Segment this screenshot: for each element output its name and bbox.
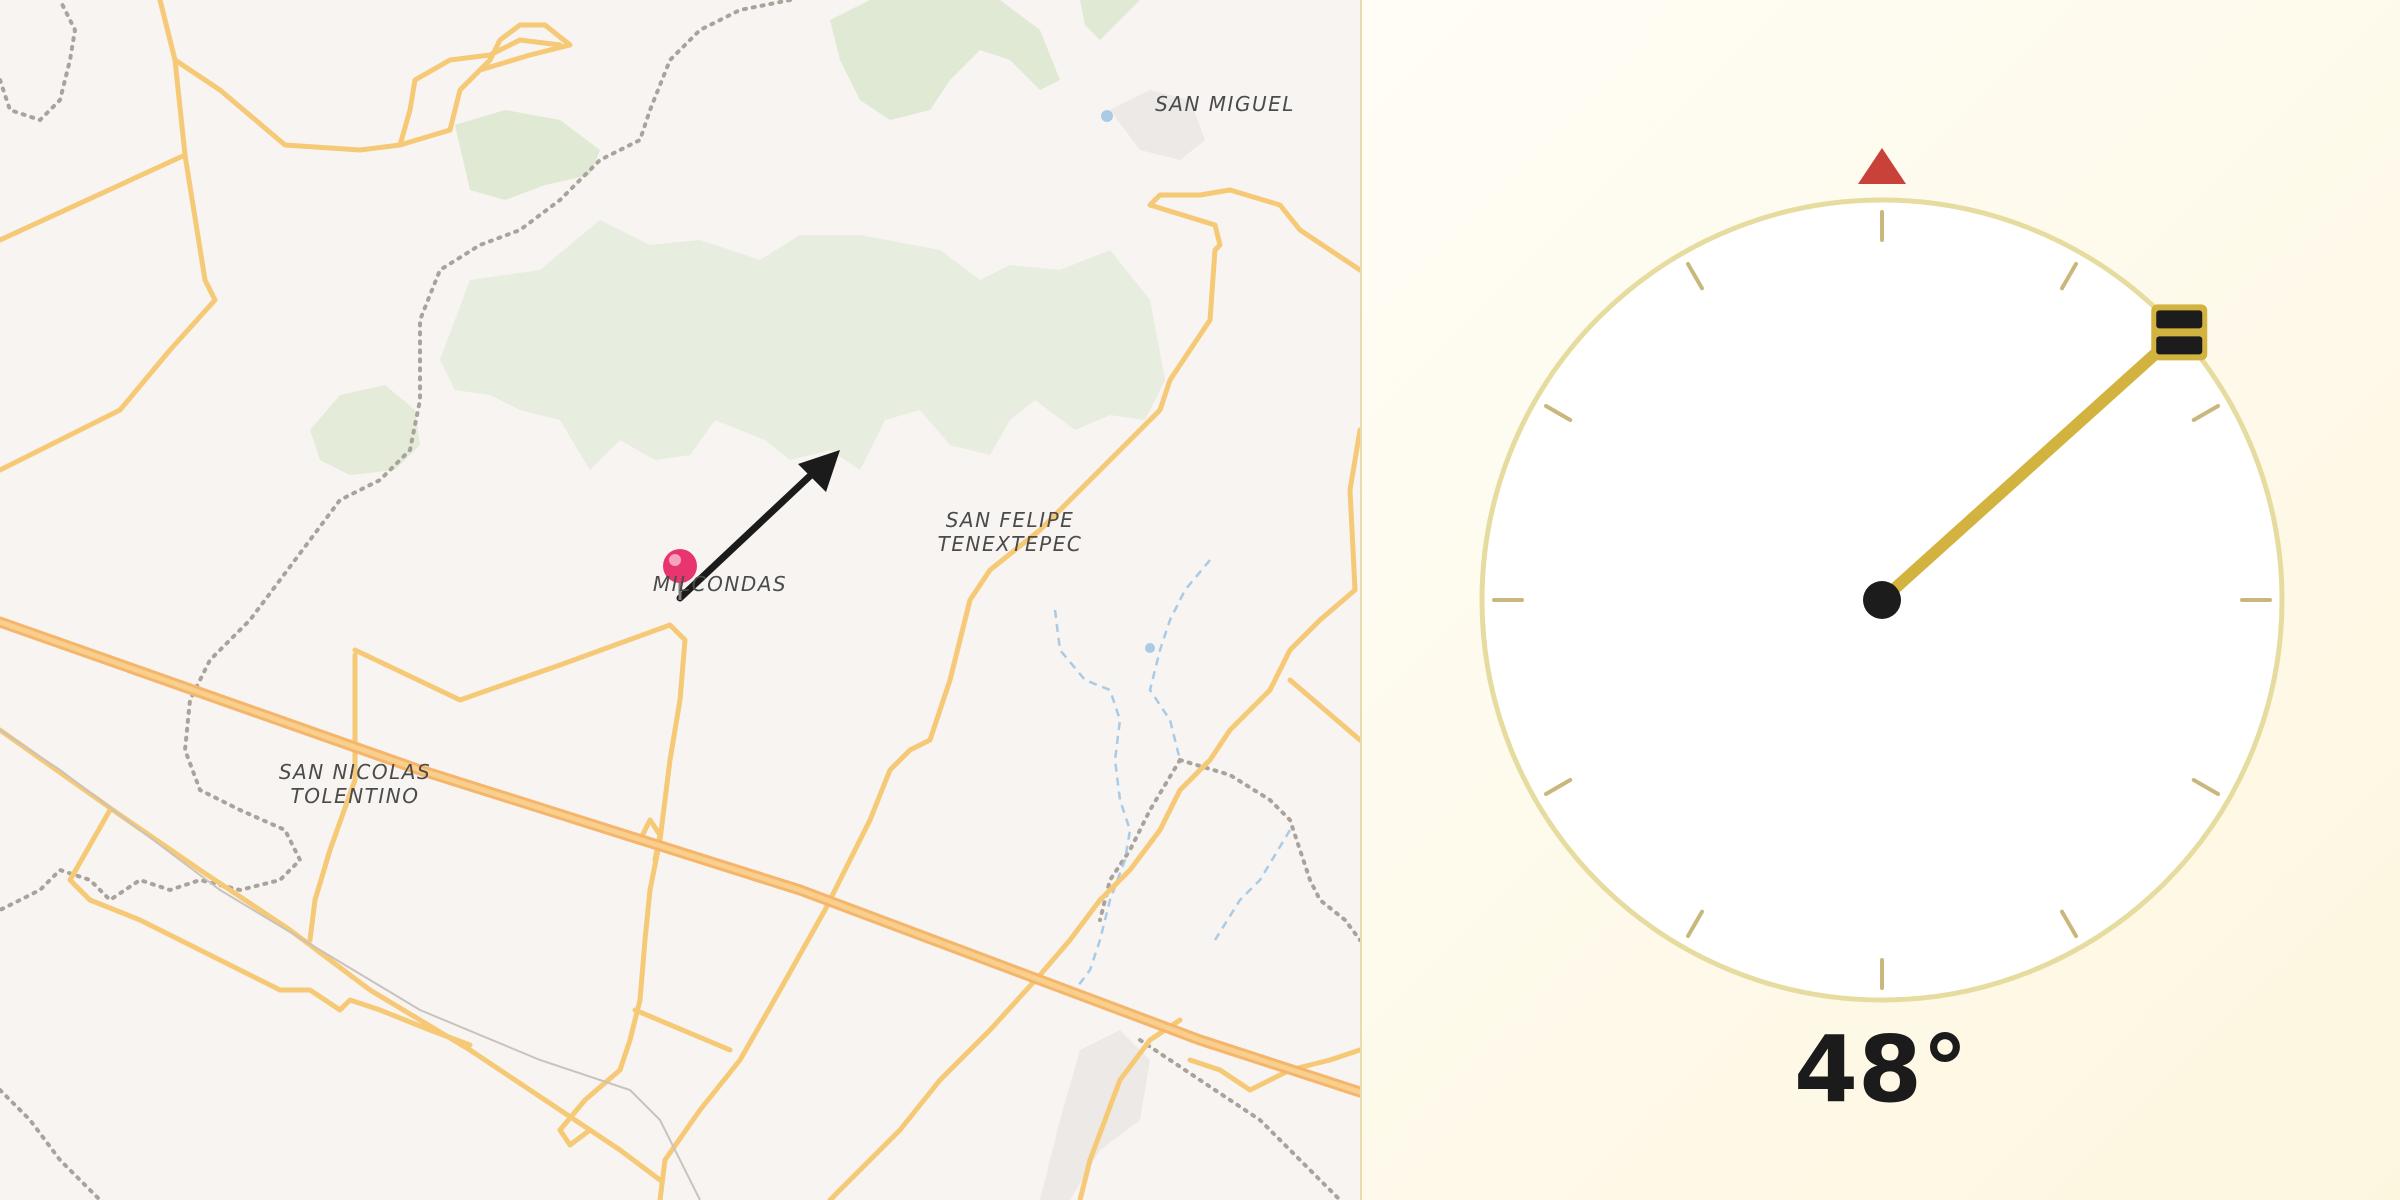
heading-readout: 48° — [1793, 1016, 1969, 1123]
needle-hub — [1863, 581, 1901, 619]
needle-handle-icon[interactable] — [2151, 304, 2208, 361]
north-triangle-icon — [1858, 148, 1906, 184]
